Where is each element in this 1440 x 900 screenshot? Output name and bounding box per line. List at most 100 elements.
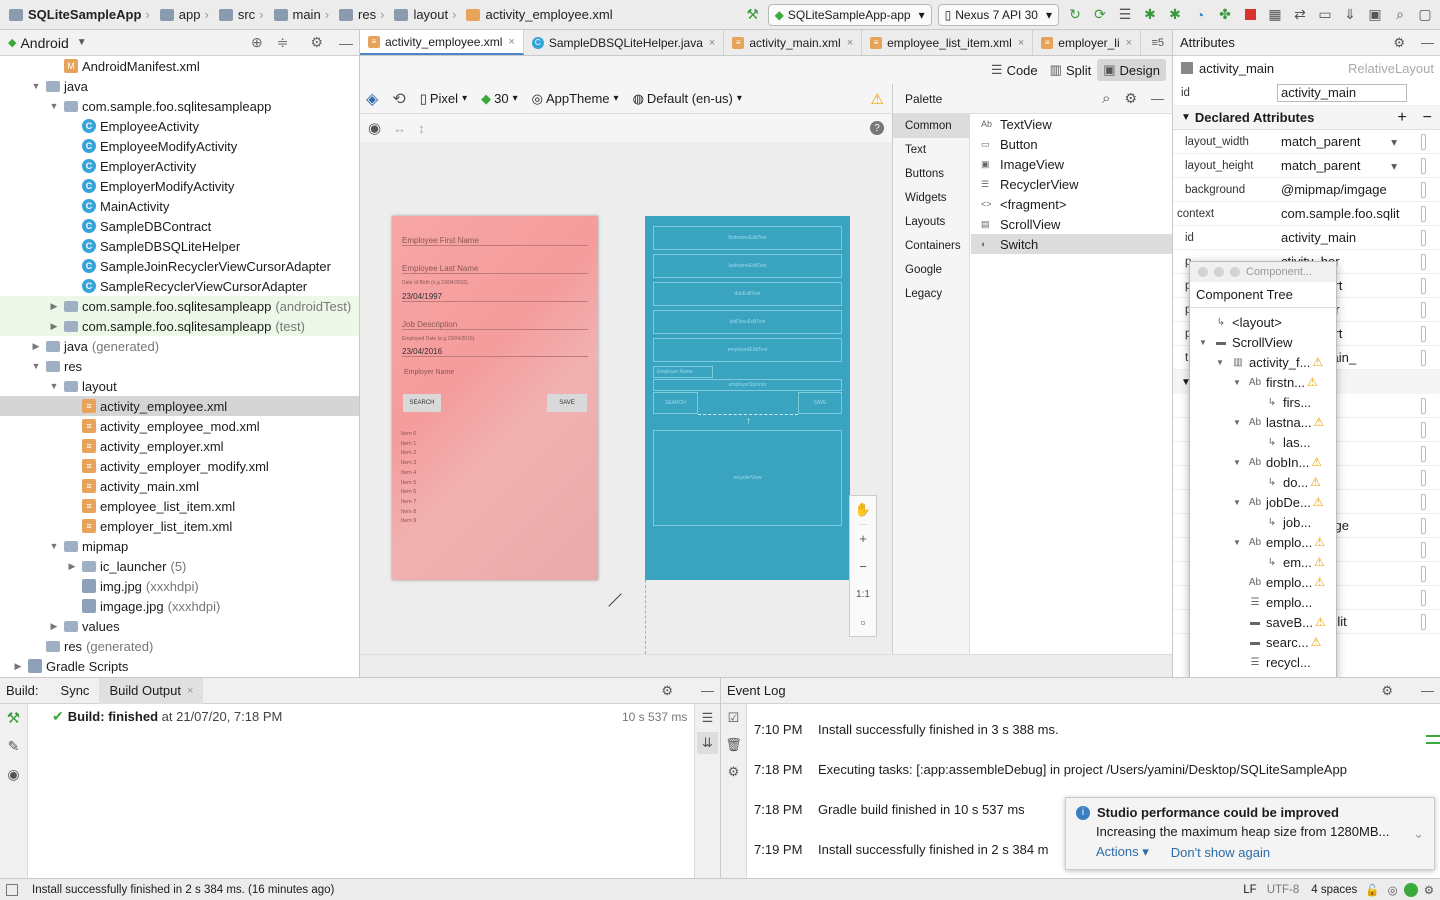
- attribute-picker[interactable]: [1421, 325, 1426, 342]
- attribute-picker[interactable]: [1421, 157, 1426, 174]
- project-tree-item[interactable]: ▶ com.sample.foo.sqlitesampleapp (test): [0, 316, 359, 336]
- warning-icon[interactable]: ⚠: [1314, 575, 1325, 589]
- trash-icon[interactable]: 🗑: [721, 732, 746, 758]
- api-select[interactable]: ◆ 30 ▾: [481, 91, 518, 107]
- project-tree-item[interactable]: imgage.jpg (xxxhdpi): [0, 596, 359, 616]
- device-preview-select[interactable]: ▯ Pixel ▾: [420, 91, 467, 107]
- attribute-value[interactable]: match_parent: [1277, 134, 1391, 149]
- breadcrumb-item[interactable]: main ›: [271, 7, 337, 22]
- wrap-icon[interactable]: ☰: [695, 704, 720, 732]
- sdk-manager-icon[interactable]: ⇓: [1341, 6, 1359, 24]
- run-config-select[interactable]: ◆ SQLiteSampleApp-app ▾: [767, 3, 932, 26]
- component-tree-row[interactable]: ▼ Ab firstn... ⚠: [1190, 372, 1336, 392]
- horizontal-resize-icon[interactable]: ↔: [393, 121, 406, 136]
- component-tree-window[interactable]: Component... Component Tree ↳ <layout> ▼ ▬ S…: [1189, 261, 1337, 703]
- palette-category[interactable]: Widgets: [893, 186, 969, 210]
- component-tree-row[interactable]: ▼ ▥ activity_f... ⚠: [1190, 352, 1336, 372]
- window-icon[interactable]: ▢: [1416, 6, 1434, 24]
- line-separator[interactable]: LF: [1243, 884, 1256, 896]
- project-tree-item[interactable]: ▶ Gradle Scripts: [0, 656, 359, 676]
- attribute-row[interactable]: background @mipmap/imgage: [1173, 178, 1440, 202]
- chevron-down-icon[interactable]: ▼: [30, 81, 42, 91]
- chevron-right-icon[interactable]: ▶: [66, 561, 78, 572]
- project-structure-icon[interactable]: ▦: [1266, 6, 1284, 24]
- vertical-resize-icon[interactable]: ↕: [418, 121, 425, 136]
- component-tree-row[interactable]: ↳ do... ⚠: [1190, 472, 1336, 492]
- mark-read-icon[interactable]: ☑: [721, 704, 746, 732]
- zoom-one-to-one-button[interactable]: 1:1: [856, 580, 870, 608]
- zoom-in-button[interactable]: +: [859, 524, 867, 552]
- close-icon[interactable]: ×: [709, 37, 715, 49]
- apply-changes-icon[interactable]: ⟳: [1091, 6, 1109, 24]
- file-encoding[interactable]: UTF-8: [1267, 884, 1300, 896]
- lock-icon[interactable]: 🔓: [1365, 883, 1379, 897]
- attribute-picker[interactable]: [1421, 253, 1426, 270]
- attribute-row[interactable]: id activity_main: [1173, 226, 1440, 250]
- component-tree-row[interactable]: ▼ Ab jobDe... ⚠: [1190, 492, 1336, 512]
- blueprint-preview[interactable]: firstnameEditText lastnameEditText dobEdit…: [645, 216, 850, 580]
- chevron-right-icon[interactable]: ▶: [48, 621, 60, 632]
- warning-icon[interactable]: ⚠: [1315, 615, 1326, 629]
- palette-item[interactable]: ▣ ImageView: [971, 154, 1172, 174]
- chevron-down-icon[interactable]: ▼: [1196, 338, 1210, 347]
- gear-icon[interactable]: ⚙: [1381, 683, 1393, 699]
- attach-debugger-icon[interactable]: ✱: [1166, 6, 1184, 24]
- build-status[interactable]: ✔ Build: finished at 21/07/20, 7:18 PM: [52, 708, 282, 725]
- project-tree-item[interactable]: ▼ mipmap: [0, 536, 359, 556]
- debug-icon[interactable]: ✱: [1141, 6, 1159, 24]
- chevron-right-icon[interactable]: ▶: [12, 661, 24, 672]
- search-icon[interactable]: ⌕: [1102, 90, 1110, 107]
- project-tree-item[interactable]: C SampleJoinRecyclerViewCursorAdapter: [0, 256, 359, 276]
- coverage-icon[interactable]: ☰: [1116, 6, 1134, 24]
- component-tree-row[interactable]: ☰ emplo...: [1190, 592, 1336, 612]
- hammer-icon[interactable]: ⚒: [744, 6, 762, 24]
- profile-icon[interactable]: ◔: [1191, 6, 1209, 24]
- chevron-down-icon[interactable]: ▼: [48, 381, 60, 391]
- notifications-icon[interactable]: ⚙: [1424, 883, 1434, 897]
- help-icon[interactable]: ?: [870, 121, 884, 135]
- component-tree-row[interactable]: ▼ Ab lastna... ⚠: [1190, 412, 1336, 432]
- build-tab-sync[interactable]: Sync: [51, 678, 100, 704]
- minimize-icon[interactable]: —: [1151, 91, 1164, 106]
- close-icon[interactable]: ×: [508, 36, 514, 48]
- editor-tab[interactable]: ≡ employee_list_item.xml ×: [862, 30, 1034, 55]
- orientation-icon[interactable]: ⟲: [392, 89, 405, 109]
- project-view-select[interactable]: Android: [20, 35, 68, 51]
- close-icon[interactable]: ×: [847, 37, 853, 49]
- component-tree-row[interactable]: ↳ job...: [1190, 512, 1336, 532]
- attribute-value[interactable]: @mipmap/imgage: [1277, 182, 1421, 197]
- attribute-picker[interactable]: [1421, 133, 1426, 150]
- chevron-down-icon[interactable]: ▾: [1391, 159, 1397, 173]
- design-preview[interactable]: Employee First Name Employee Last Name D…: [392, 216, 598, 580]
- close-icon[interactable]: ×: [1018, 37, 1024, 49]
- component-tree-row[interactable]: ↳ firs...: [1190, 392, 1336, 412]
- dont-show-again-link[interactable]: Don't show again: [1171, 845, 1270, 860]
- add-attribute-icon[interactable]: +: [1397, 109, 1406, 127]
- locale-select[interactable]: ◍ Default (en-us) ▾: [633, 91, 742, 107]
- search-icon[interactable]: ⌕: [1391, 6, 1409, 24]
- attribute-picker[interactable]: [1421, 517, 1426, 534]
- project-tree-item[interactable]: ▼ layout: [0, 376, 359, 396]
- project-tree-item[interactable]: C EmployeeActivity: [0, 116, 359, 136]
- design-view-button[interactable]: ▣ Design: [1097, 59, 1166, 81]
- project-tree-item[interactable]: C SampleDBSQLiteHelper: [0, 236, 359, 256]
- gear-icon[interactable]: ⚙: [310, 34, 323, 51]
- chevron-down-icon[interactable]: ▾: [1391, 135, 1397, 149]
- scroll-to-end-icon[interactable]: ⇊: [697, 732, 718, 754]
- component-tree-row[interactable]: ↳ em... ⚠: [1190, 552, 1336, 572]
- project-tree-item[interactable]: C SampleDBContract: [0, 216, 359, 236]
- declared-attributes-header[interactable]: ▼ Declared Attributes + −: [1173, 106, 1440, 130]
- rerun-icon[interactable]: ↻: [1066, 6, 1084, 24]
- warning-icon[interactable]: ⚠: [1312, 355, 1323, 369]
- gear-icon[interactable]: ⚙: [1393, 35, 1405, 51]
- project-tree-item[interactable]: ▼ res: [0, 356, 359, 376]
- code-view-button[interactable]: ☰ Code: [985, 59, 1044, 81]
- warning-icon[interactable]: ⚠: [1313, 495, 1324, 509]
- palette-category[interactable]: Buttons: [893, 162, 969, 186]
- attribute-value[interactable]: match_parent: [1277, 158, 1391, 173]
- attribute-value[interactable]: com.sample.foo.sqlit: [1277, 206, 1421, 221]
- project-tree-item[interactable]: ▼ java: [0, 76, 359, 96]
- minimize-icon[interactable]: —: [339, 35, 353, 51]
- attribute-picker[interactable]: [1421, 205, 1426, 222]
- split-view-button[interactable]: ▥ Split: [1044, 59, 1098, 81]
